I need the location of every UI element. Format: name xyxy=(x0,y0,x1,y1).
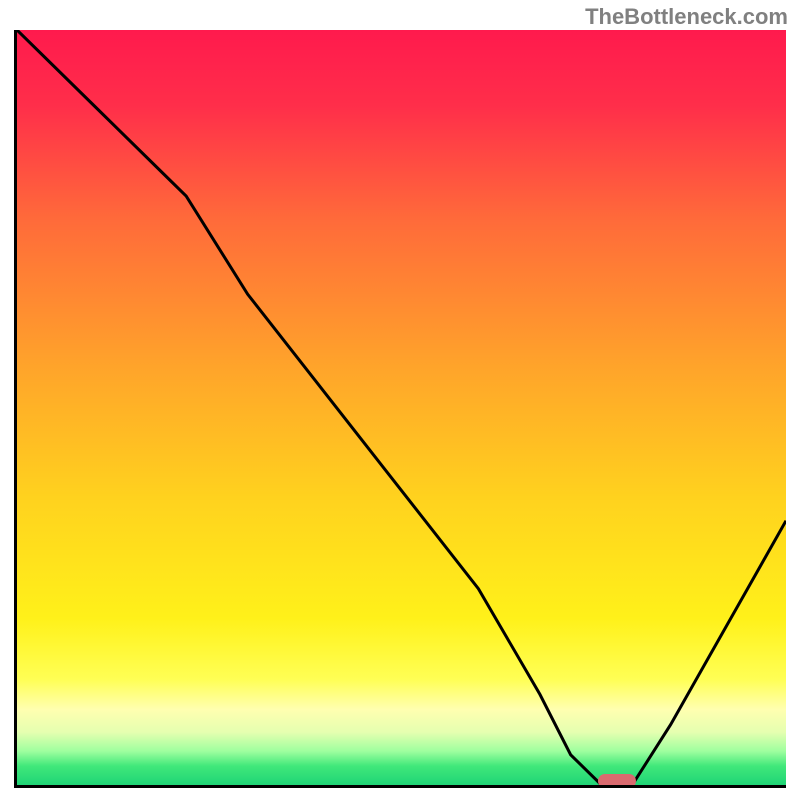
watermark: TheBottleneck.com xyxy=(585,4,788,30)
chart-axes xyxy=(14,30,786,788)
